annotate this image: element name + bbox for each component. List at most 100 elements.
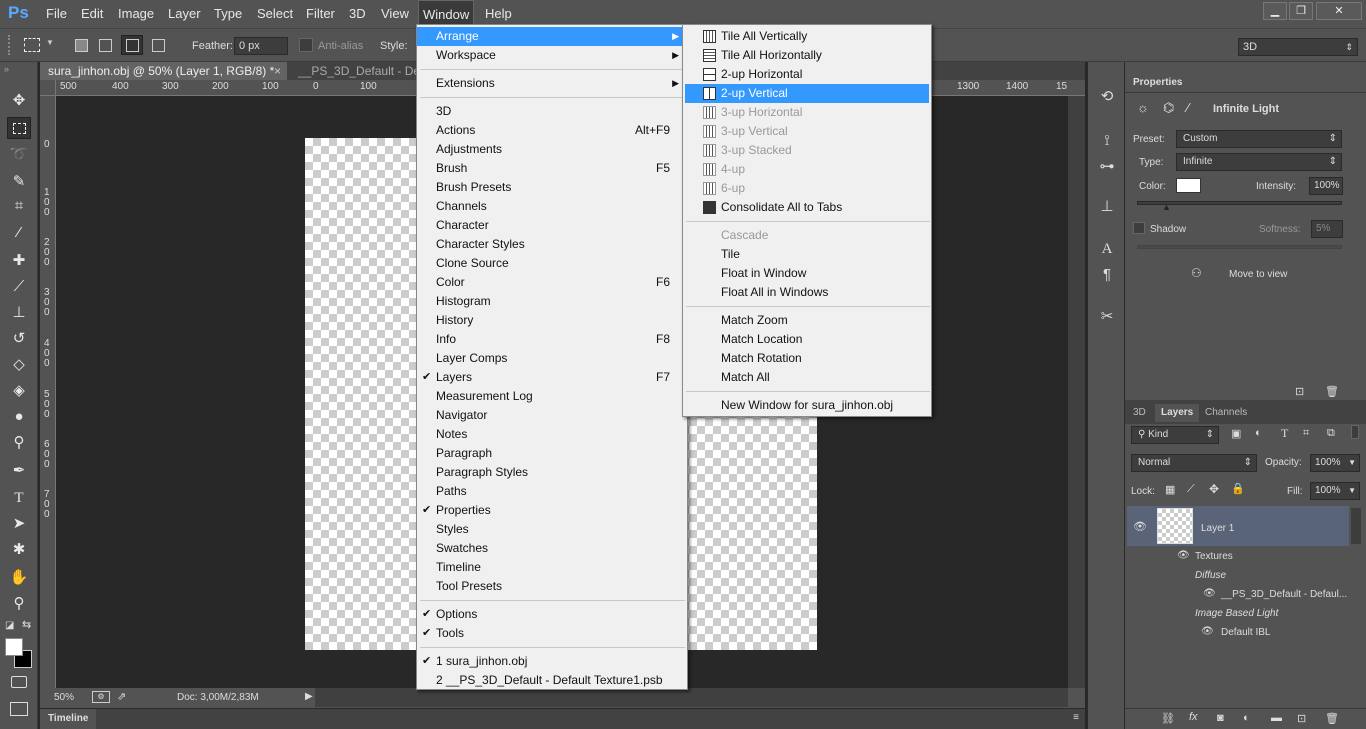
fill-input[interactable]: 100% ▼ (1310, 482, 1360, 500)
opacity-input[interactable]: 100% ▼ (1310, 454, 1360, 472)
menu-layer[interactable]: Layer (164, 0, 205, 28)
new-selection-icon[interactable] (75, 39, 88, 52)
intensity-input[interactable]: 100% (1309, 177, 1343, 195)
light-icon[interactable]: ☼ (1137, 100, 1149, 115)
shadow-checkbox[interactable] (1133, 222, 1145, 234)
add-selection-icon[interactable] (99, 39, 112, 52)
menu-file[interactable]: File (42, 0, 71, 28)
quick-mask-icon[interactable] (11, 676, 27, 688)
window-menu-item-properties[interactable]: ✔ Properties (417, 501, 687, 520)
tab-sura-jinhon[interactable]: sura_jinhon.obj @ 50% (Layer 1, RGB/8) *… (40, 62, 287, 80)
delete-layer-icon[interactable]: 🗑 (1325, 712, 1339, 725)
arrange-menu-item-match-location[interactable]: Match Location (685, 330, 929, 349)
lasso-tool-icon[interactable]: ➰ (7, 144, 31, 166)
tool-presets-icon[interactable]: ✂ (1096, 306, 1118, 328)
window-menu-item-styles[interactable]: Styles (417, 520, 687, 539)
arrange-menu-item-2-up-horizontal[interactable]: 2-up Horizontal (685, 65, 929, 84)
history-brush-tool-icon[interactable]: ↺ (7, 328, 31, 350)
diffuse-texture-item[interactable]: __PS_3D_Default - Defaul... (1221, 589, 1347, 600)
collapse-arrows-icon[interactable]: » (4, 64, 9, 74)
new-icon[interactable]: ⊡ (1295, 385, 1304, 398)
zoom-level[interactable]: 50% (54, 692, 74, 703)
brush-tool-icon[interactable]: ⟋ (7, 276, 31, 298)
window-menu-item-brush[interactable]: Brush F5 (417, 159, 687, 178)
light-color-swatch[interactable] (1176, 178, 1201, 193)
zoom-tool-icon[interactable]: ⚲ (7, 593, 31, 615)
subtract-selection-button[interactable] (121, 35, 143, 55)
shape-filter-icon[interactable]: ⌗ (1303, 427, 1309, 440)
window-menu-item-clone-source[interactable]: Clone Source (417, 254, 687, 273)
tab-properties[interactable]: Properties (1127, 74, 1189, 92)
brush-presets-icon[interactable]: ⊶ (1096, 156, 1118, 178)
layer-style-icon[interactable]: fx (1189, 711, 1198, 723)
filter-toggle[interactable] (1351, 425, 1359, 439)
window-menu-item-workspace[interactable]: Workspace ▶ (417, 46, 687, 65)
move-tool-icon[interactable]: ✥ (7, 90, 31, 112)
lock-pixels-icon[interactable]: ⟋ (1187, 483, 1195, 496)
crop-tool-icon[interactable]: ⌗ (7, 195, 31, 217)
tab-ps-3d-default[interactable]: __PS_3D_Default - Defa (290, 62, 418, 80)
coordinates-icon[interactable]: ⌬ (1163, 100, 1174, 116)
window-menu-item-options[interactable]: ✔ Options (417, 605, 687, 624)
menu-filter[interactable]: Filter (302, 0, 339, 28)
eye-icon[interactable]: 👁 (1177, 550, 1190, 561)
window-menu-item-histogram[interactable]: Histogram (417, 292, 687, 311)
adjustment-layer-icon[interactable]: ◐ (1243, 712, 1250, 724)
arrange-menu-item-match-all[interactable]: Match All (685, 368, 929, 387)
healing-brush-tool-icon[interactable]: ✚ (7, 250, 31, 272)
path-selection-tool-icon[interactable]: ➤ (7, 513, 31, 535)
timeline-tab[interactable]: Timeline (40, 709, 97, 729)
vertical-scrollbar[interactable] (1068, 96, 1085, 688)
window-menu-item-extensions[interactable]: Extensions ▶ (417, 74, 687, 93)
workspace-select[interactable]: 3D ⇕ (1238, 38, 1358, 56)
menu-image[interactable]: Image (114, 0, 158, 28)
horizontal-scrollbar[interactable] (315, 688, 1068, 707)
group-folder-icon[interactable]: ▬ (1271, 712, 1282, 724)
3d-status-icon[interactable]: ⚙ (92, 691, 110, 703)
ibl-item[interactable]: Default IBL (1221, 627, 1270, 638)
dodge-tool-icon[interactable]: ⚲ (7, 432, 31, 454)
panel-menu-icon[interactable]: ≡ (1073, 712, 1079, 723)
tab-3d[interactable]: 3D (1127, 404, 1152, 422)
layer-name[interactable]: Layer 1 (1201, 523, 1234, 534)
arrange-menu-item-match-zoom[interactable]: Match Zoom (685, 311, 929, 330)
type-select[interactable]: Infinite ⇕ (1176, 153, 1342, 171)
slider-thumb[interactable]: ▲ (1162, 202, 1171, 212)
close-button[interactable]: ✕ (1316, 2, 1362, 20)
share-icon[interactable]: ⇗ (117, 690, 126, 703)
paint-bucket-tool-icon[interactable]: ◈ (7, 380, 31, 402)
window-menu-item-channels[interactable]: Channels (417, 197, 687, 216)
softness-input[interactable]: 5% (1311, 220, 1343, 238)
status-menu-arrow-icon[interactable]: ▶ (305, 691, 313, 702)
default-colors-icon[interactable]: ◪ (5, 620, 14, 631)
trash-icon[interactable]: 🗑 (1325, 385, 1339, 398)
intersect-selection-icon[interactable] (152, 39, 165, 52)
window-menu-item-adjustments[interactable]: Adjustments (417, 140, 687, 159)
window-menu-item-paragraph-styles[interactable]: Paragraph Styles (417, 463, 687, 482)
menu-select[interactable]: Select (253, 0, 297, 28)
softness-slider[interactable] (1137, 245, 1342, 249)
window-menu-item-color[interactable]: Color F6 (417, 273, 687, 292)
window-menu-item-layers[interactable]: ✔ Layers F7 (417, 368, 687, 387)
layer-mask-icon[interactable]: ◙ (1217, 712, 1224, 724)
paragraph-panel-icon[interactable]: ¶ (1096, 264, 1118, 286)
feather-input[interactable]: 0 px (234, 37, 288, 55)
window-menu-item-info[interactable]: Info F8 (417, 330, 687, 349)
pixel-filter-icon[interactable]: ▣ (1231, 427, 1241, 440)
tab-layers[interactable]: Layers (1155, 404, 1200, 422)
pen-tool-icon[interactable]: ✒ (7, 460, 31, 482)
window-menu-item-2-ps-3d-default-default-texture1-psb[interactable]: 2 __PS_3D_Default - Default Texture1.psb (417, 671, 687, 690)
arrange-menu-item-new-window-for-sura-jinhon-obj[interactable]: New Window for sura_jinhon.obj (685, 396, 929, 415)
window-menu-item-measurement-log[interactable]: Measurement Log (417, 387, 687, 406)
clone-stamp-tool-icon[interactable]: ⊥ (7, 302, 31, 324)
type-filter-icon[interactable]: T (1281, 426, 1288, 441)
restore-button[interactable]: ❐ (1289, 2, 1313, 20)
quick-selection-tool-icon[interactable]: ✎ (7, 171, 31, 193)
window-menu-item-navigator[interactable]: Navigator (417, 406, 687, 425)
type-tool-icon[interactable]: T (7, 487, 31, 509)
antialias-checkbox[interactable] (299, 38, 313, 52)
eye-icon[interactable]: 👁 (1203, 588, 1216, 599)
arrange-menu-item-tile[interactable]: Tile (685, 245, 929, 264)
eyedropper-tool-icon[interactable]: ⁄ (7, 222, 31, 244)
window-menu-item-timeline[interactable]: Timeline (417, 558, 687, 577)
